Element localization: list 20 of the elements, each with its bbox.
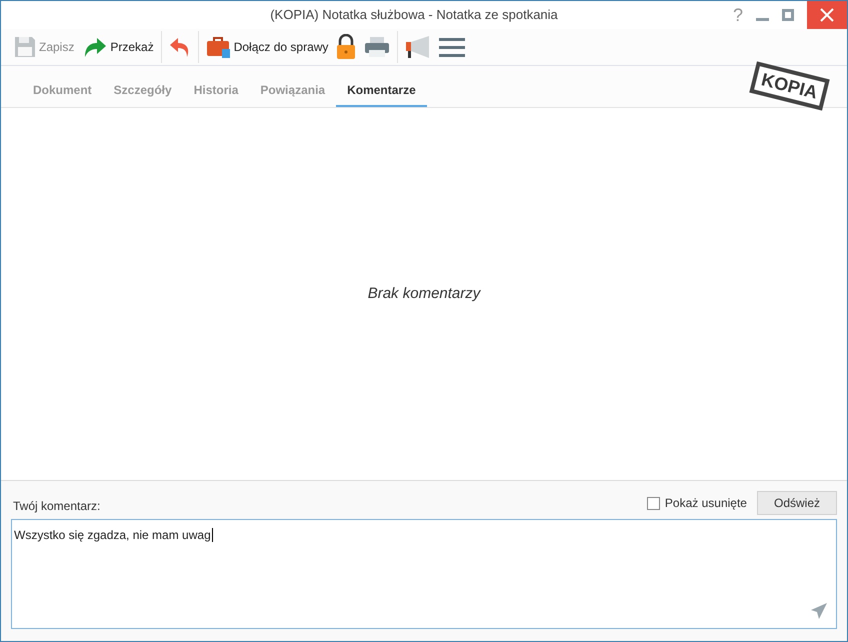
comment-field[interactable]: Wszystko się zgadza, nie mam uwag (11, 519, 837, 629)
send-icon[interactable] (810, 602, 828, 620)
toolbar-button[interactable]: Dołącz do sprawy (198, 31, 332, 63)
refresh-button[interactable]: Odśwież (756, 491, 837, 515)
toolbar-button[interactable]: Przekaż (78, 31, 158, 63)
comment-label: Twój komentarz: (13, 498, 100, 515)
window-title: (KOPIA) Notatka służbowa - Notatka ze spotkania (269, 6, 559, 24)
undo-arrow-icon (168, 35, 191, 59)
briefcase-icon (206, 35, 232, 59)
curved-arrow-icon (82, 35, 108, 59)
empty-message: Brak komentarzy (368, 284, 480, 304)
show-deleted-checkbox[interactable]: Pokaż usunięte (646, 494, 747, 512)
printer-icon (364, 35, 390, 59)
checkbox-box[interactable] (646, 496, 660, 510)
padlock-icon (336, 34, 356, 60)
menu-icon (439, 36, 466, 58)
megaphone-icon (405, 35, 432, 59)
close-icon (820, 8, 834, 22)
comment-text: Wszystko się zgadza, nie mam uwag (14, 528, 213, 542)
close-button[interactable] (807, 1, 847, 29)
